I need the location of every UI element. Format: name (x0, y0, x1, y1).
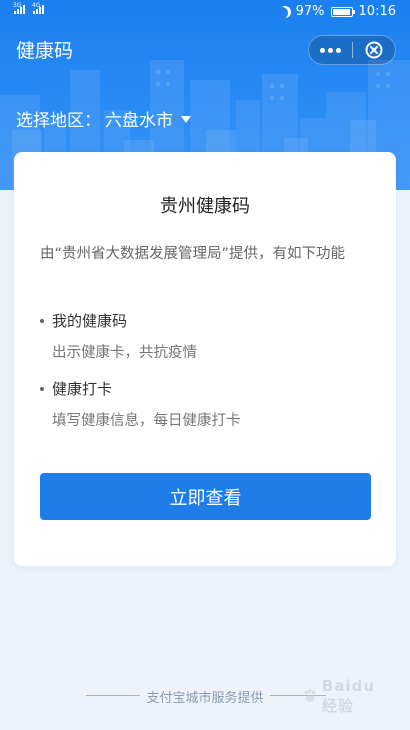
more-dots-icon[interactable] (309, 36, 352, 64)
feature-subtitle: 填写健康信息，每日健康打卡 (52, 413, 241, 429)
feature-title: 健康打卡 (40, 378, 241, 399)
baidu-watermark: Baidu 经验 (302, 676, 388, 716)
signal-icon: 4G (32, 2, 44, 14)
health-code-card: 贵州健康码 由“贵州省大数据发展管理局”提供，有如下功能 我的健康码 出示健康卡… (14, 152, 396, 566)
region-label: 选择地区： (16, 111, 101, 131)
caret-down-icon (181, 116, 191, 123)
paw-icon (304, 689, 316, 702)
battery-percent: 97% (295, 4, 325, 19)
moon-icon (276, 7, 288, 19)
clock: 10:16 (358, 4, 396, 19)
app-title: 健康码 (16, 40, 74, 62)
battery-icon (330, 6, 355, 17)
feature-subtitle: 出示健康卡，共抗疫情 (52, 345, 197, 361)
card-title: 贵州健康码 (160, 196, 250, 217)
watermark-text: Baidu 经验 (321, 676, 376, 715)
region-selector[interactable]: 选择地区： 六盘水市 (16, 106, 191, 131)
signal-icon: 3G (13, 2, 25, 14)
region-value: 六盘水市 (105, 111, 173, 131)
feature-health-checkin: 健康打卡 填写健康信息，每日健康打卡 (40, 378, 241, 430)
mini-program-capsule (308, 35, 396, 65)
feature-my-health-code: 我的健康码 出示健康卡，共抗疫情 (40, 310, 197, 362)
close-circle-icon[interactable] (353, 36, 395, 64)
card-description: 由“贵州省大数据发展管理局”提供，有如下功能 (40, 246, 346, 262)
feature-title: 我的健康码 (40, 310, 197, 331)
status-bar: 3G 4G 97% 10:16 (0, 0, 410, 26)
view-now-button[interactable]: 立即查看 (40, 473, 371, 520)
